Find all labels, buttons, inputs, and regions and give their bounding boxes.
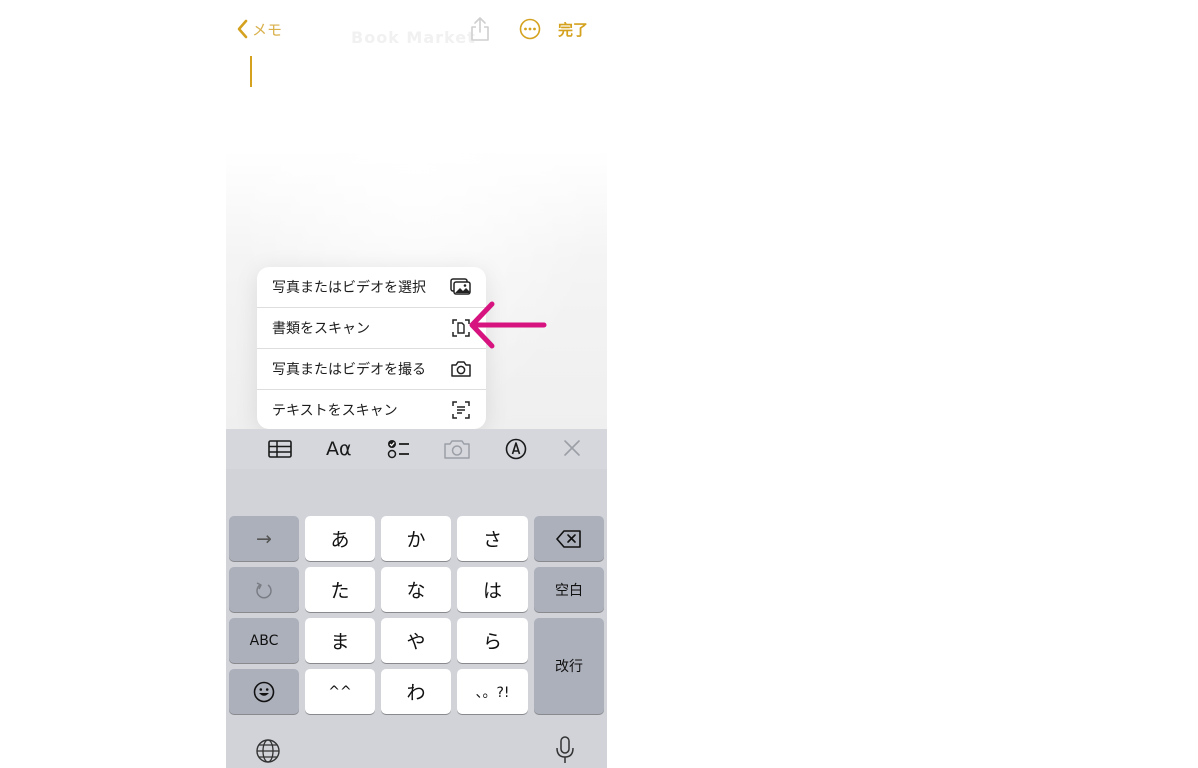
emoji-icon [253,681,275,702]
camera-icon[interactable] [443,437,471,461]
camera-icon [451,361,471,377]
next-candidate-key[interactable]: → [229,516,299,561]
emoji-key[interactable] [229,669,299,714]
attachment-menu: 写真またはビデオを選択 書類をスキャン 写真またはビデオを撮る テキストをスキャ… [257,267,486,429]
menu-item-label: 書類をスキャン [272,321,370,337]
globe-icon[interactable] [255,738,281,764]
key-a[interactable]: あ [305,516,375,561]
menu-item-label: 写真またはビデオを選択 [272,280,426,296]
menu-item-label: テキストをスキャン [272,403,398,419]
text-scan-icon [452,401,470,419]
abc-key[interactable]: ABC [229,618,299,663]
pointer-arrow-icon [469,301,547,349]
back-label: メモ [252,20,283,39]
back-button[interactable]: メモ [236,16,282,42]
table-icon[interactable] [266,437,294,461]
markup-icon[interactable] [502,437,530,461]
menu-item-scan-text[interactable]: テキストをスキャン [257,390,486,429]
photo-library-icon [450,278,471,295]
menu-item-take-photo[interactable]: 写真またはビデオを撮る [257,349,486,390]
ghost-title: Book Market [351,28,476,47]
key-ra[interactable]: ら [457,618,528,663]
key-ya[interactable]: や [381,618,451,663]
done-button[interactable]: 完了 [558,19,588,40]
menu-item-choose-photo[interactable]: 写真またはビデオを選択 [257,267,486,308]
microphone-icon[interactable] [554,735,576,765]
nav-bar: メモ Book Market 完了 [226,0,607,56]
key-wa[interactable]: わ [381,669,451,714]
close-icon[interactable] [558,437,586,461]
space-key[interactable]: 空白 [534,567,604,612]
delete-icon [556,529,581,548]
key-ta[interactable]: た [305,567,375,612]
more-icon[interactable] [519,18,541,40]
key-punctuation[interactable]: 、。?! [457,669,528,714]
key-ka[interactable]: か [381,516,451,561]
checklist-icon[interactable] [384,437,412,461]
japanese-keyboard: → あ か さ た な は 空白 ABC ま や ら 改行 ^^ わ 、。?! [226,469,607,768]
return-key[interactable]: 改行 [534,618,604,714]
key-sa[interactable]: さ [457,516,528,561]
format-icon[interactable]: Aα [326,438,352,460]
key-ha[interactable]: は [457,567,528,612]
chevron-left-icon [237,19,248,39]
undo-icon [256,581,272,598]
notes-screen: メモ Book Market 完了 写真またはビデオを選択 書類をスキャン 写真… [226,0,607,768]
delete-key[interactable] [534,516,604,561]
menu-item-label: 写真またはビデオを撮る [272,362,426,378]
undo-key[interactable] [229,567,299,612]
share-icon[interactable] [469,16,491,42]
text-cursor [250,56,252,87]
key-ma[interactable]: ま [305,618,375,663]
format-toolbar: Aα [226,429,607,469]
key-na[interactable]: な [381,567,451,612]
menu-item-scan-document[interactable]: 書類をスキャン [257,308,486,349]
key-kaomoji[interactable]: ^^ [305,669,375,714]
